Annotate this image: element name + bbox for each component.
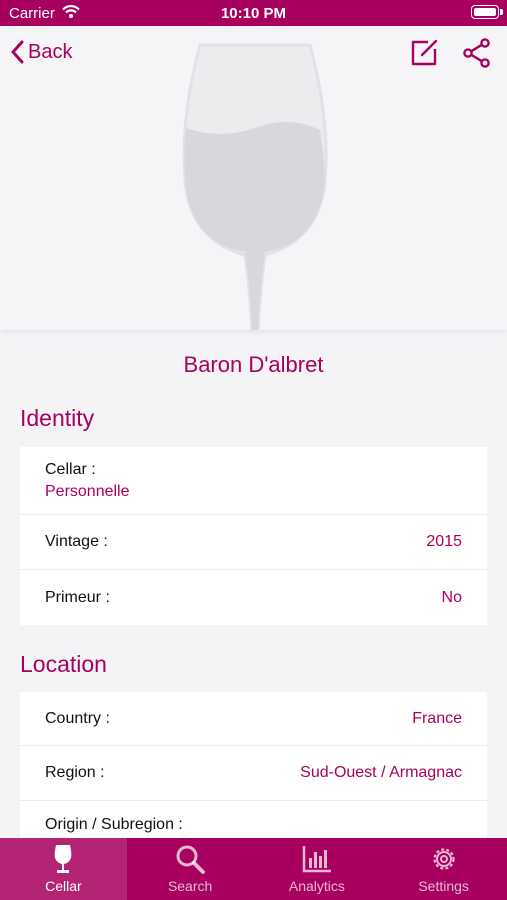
back-label: Back: [28, 40, 73, 63]
location-card: Country : France Region : Sud-Ouest / Ar…: [20, 692, 487, 861]
tab-bar: Cellar Search Analytics Settings: [0, 838, 507, 900]
cellar-label: Cellar :: [45, 461, 96, 478]
wine-glass-placeholder-image: [182, 43, 328, 330]
gear-icon: [433, 848, 455, 870]
share-icon: [463, 38, 490, 68]
vintage-value: 2015: [426, 533, 462, 550]
battery-icon: [471, 5, 503, 19]
country-value: France: [412, 709, 462, 727]
tab-cellar[interactable]: Cellar: [0, 838, 127, 900]
status-bar: Carrier 10:10 PM: [0, 0, 507, 26]
identity-card: Cellar : Personnelle Vintage : 2015 Prim…: [20, 447, 487, 625]
vintage-row[interactable]: Vintage : 2015: [20, 515, 487, 570]
navigation-bar: Back: [0, 26, 507, 80]
wine-image-header: Back: [0, 26, 507, 330]
tab-search-label: Search: [167, 878, 213, 894]
edit-icon: [411, 39, 438, 66]
primeur-value: No: [441, 588, 462, 606]
tab-settings[interactable]: Settings: [380, 838, 507, 900]
cellar-value: Personnelle: [45, 483, 130, 500]
location-section-title: Location: [20, 651, 107, 677]
identity-section-title: Identity: [20, 405, 95, 431]
back-button[interactable]: Back: [10, 36, 72, 68]
wine-glass-icon: [55, 845, 72, 873]
region-value: Sud-Ouest / Armagnac: [300, 764, 462, 781]
primeur-label: Primeur :: [45, 588, 110, 606]
tab-analytics[interactable]: Analytics: [254, 838, 381, 900]
status-time: 10:10 PM: [220, 5, 287, 22]
cellar-row[interactable]: Cellar : Personnelle: [20, 447, 487, 515]
country-label: Country :: [45, 709, 110, 727]
search-icon: [176, 845, 206, 874]
origin-subregion-label: Origin / Subregion :: [45, 816, 183, 833]
tab-settings-label: Settings: [418, 878, 469, 894]
tab-analytics-label: Analytics: [288, 878, 345, 894]
wine-name: Baron D'albret: [183, 352, 324, 377]
region-row[interactable]: Region : Sud-Ouest / Armagnac: [20, 746, 487, 801]
share-button[interactable]: [462, 38, 492, 73]
tab-cellar-label: Cellar: [45, 878, 82, 894]
analytics-icon: [302, 846, 331, 873]
vintage-label: Vintage :: [45, 533, 108, 550]
edit-button[interactable]: [410, 37, 440, 72]
tab-search[interactable]: Search: [127, 838, 254, 900]
country-row[interactable]: Country : France: [20, 692, 487, 746]
chevron-left-icon: [11, 40, 24, 64]
primeur-row[interactable]: Primeur : No: [20, 570, 487, 625]
region-label: Region :: [45, 764, 105, 781]
